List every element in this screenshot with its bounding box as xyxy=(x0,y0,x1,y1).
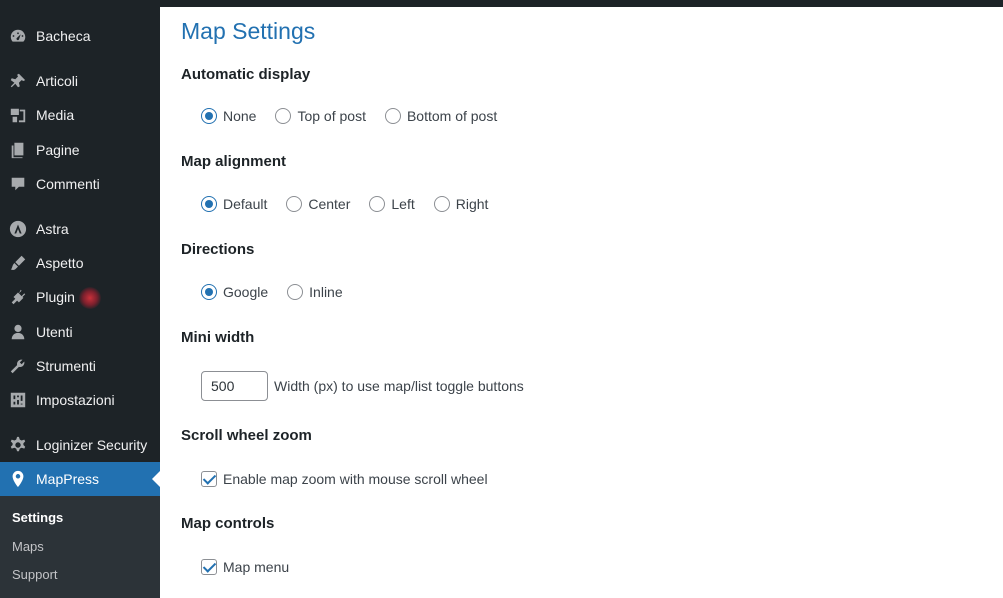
sidebar-item-aspetto[interactable]: Aspetto xyxy=(0,246,160,280)
mappress-submenu: Settings Maps Support xyxy=(0,496,160,598)
sidebar-item-label: Astra xyxy=(36,221,69,237)
section-title-scroll-wheel-zoom: Scroll wheel zoom xyxy=(181,427,312,444)
settings-sliders-icon xyxy=(0,391,36,409)
sidebar-item-label: Bacheca xyxy=(36,28,91,44)
radio-default[interactable]: Default xyxy=(201,196,267,212)
radio-indicator xyxy=(286,196,303,212)
plugin-icon xyxy=(0,288,36,306)
sidebar-item-label: Utenti xyxy=(36,324,73,340)
submenu-item-settings[interactable]: Settings xyxy=(12,510,63,525)
radio-indicator xyxy=(369,196,386,212)
radio-label: Inline xyxy=(309,284,343,300)
sidebar-item-label: MapPress xyxy=(36,471,100,487)
radio-left[interactable]: Left xyxy=(369,196,415,212)
pin-icon xyxy=(0,72,36,90)
scroll-wheel-zoom-row: Enable map zoom with mouse scroll wheel xyxy=(201,471,488,487)
active-menu-arrow xyxy=(152,471,160,487)
radio-indicator xyxy=(433,196,450,212)
dashboard-icon xyxy=(0,27,36,45)
admin-sidebar: Bacheca Articoli Media Pagine Commenti A… xyxy=(0,0,160,598)
sidebar-item-mappress[interactable]: MapPress xyxy=(0,462,160,496)
pages-icon xyxy=(0,141,36,159)
radio-indicator xyxy=(275,108,292,124)
sidebar-item-utenti[interactable]: Utenti xyxy=(0,315,160,349)
radio-top-of-post[interactable]: Top of post xyxy=(275,108,366,124)
radio-indicator xyxy=(287,284,304,300)
section-title-directions: Directions xyxy=(181,241,255,258)
astra-icon xyxy=(0,220,36,238)
sidebar-item-label: Strumenti xyxy=(36,358,96,374)
sidebar-item-astra[interactable]: Astra xyxy=(0,212,160,246)
sidebar-item-label: Media xyxy=(36,107,75,123)
sidebar-item-label: Loginizer Security xyxy=(36,437,148,453)
radio-label: None xyxy=(223,108,257,124)
radio-inline[interactable]: Inline xyxy=(287,284,343,300)
sidebar-item-articoli[interactable]: Articoli xyxy=(0,64,160,98)
mini-width-row: Width (px) to use map/list toggle button… xyxy=(201,371,524,401)
radio-label: Top of post xyxy=(297,108,366,124)
sidebar-item-label: Articoli xyxy=(36,73,79,89)
sidebar-item-label: Plugin xyxy=(36,289,75,305)
submenu-item-support[interactable]: Support xyxy=(12,567,58,582)
map-alignment-options: Default Center Left Right xyxy=(201,196,507,212)
section-title-automatic-display: Automatic display xyxy=(181,66,311,83)
sidebar-item-label: Aspetto xyxy=(36,255,84,271)
directions-options: Google Inline xyxy=(201,284,362,300)
sidebar-item-label: Commenti xyxy=(36,176,100,192)
checkbox-label: Map menu xyxy=(223,559,290,575)
radio-label: Center xyxy=(308,196,351,212)
radio-label: Default xyxy=(223,196,268,212)
sidebar-item-commenti[interactable]: Commenti xyxy=(0,167,160,201)
sidebar-item-loginizer-security[interactable]: Loginizer Security xyxy=(0,428,160,462)
brush-icon xyxy=(0,254,36,272)
sidebar-item-impostazioni[interactable]: Impostazioni xyxy=(0,383,160,417)
automatic-display-options: None Top of post Bottom of post xyxy=(201,108,516,124)
submenu-item-maps[interactable]: Maps xyxy=(12,539,44,554)
radio-label: Bottom of post xyxy=(406,108,498,124)
section-title-mini-width: Mini width xyxy=(181,329,255,346)
radio-label: Google xyxy=(223,284,269,300)
radio-indicator xyxy=(384,108,401,124)
checkbox-indicator xyxy=(201,559,217,575)
radio-label: Right xyxy=(455,196,489,212)
radio-none[interactable]: None xyxy=(201,108,256,124)
radio-indicator xyxy=(201,196,217,212)
sidebar-item-bacheca[interactable]: Bacheca xyxy=(0,19,160,53)
radio-indicator xyxy=(201,284,217,300)
sidebar-item-pagine[interactable]: Pagine xyxy=(0,133,160,167)
section-title-map-alignment: Map alignment xyxy=(181,153,287,170)
radio-bottom-of-post[interactable]: Bottom of post xyxy=(384,108,498,124)
radio-right[interactable]: Right xyxy=(433,196,489,212)
mouse-cursor-highlight xyxy=(79,287,101,309)
checkbox-map-menu[interactable]: Map menu xyxy=(201,559,289,575)
radio-center[interactable]: Center xyxy=(286,196,350,212)
radio-indicator xyxy=(201,108,217,124)
wrench-icon xyxy=(0,357,36,375)
comment-icon xyxy=(0,175,36,193)
mini-width-hint: Width (px) to use map/list toggle button… xyxy=(274,378,524,394)
gear-icon xyxy=(0,436,36,454)
sidebar-item-label: Impostazioni xyxy=(36,392,115,408)
settings-content: Map Settings Automatic display None Top … xyxy=(160,7,1003,598)
media-icon xyxy=(0,106,36,124)
checkbox-indicator xyxy=(201,471,217,487)
user-icon xyxy=(0,323,36,341)
mini-width-input[interactable] xyxy=(201,371,268,401)
page-title: Map Settings xyxy=(181,18,316,44)
checkbox-label: Enable map zoom with mouse scroll wheel xyxy=(223,471,488,487)
checkbox-scroll-wheel-zoom[interactable]: Enable map zoom with mouse scroll wheel xyxy=(201,471,488,487)
radio-label: Left xyxy=(391,196,415,212)
section-title-map-controls: Map controls xyxy=(181,515,275,532)
sidebar-item-media[interactable]: Media xyxy=(0,98,160,132)
sidebar-item-label: Pagine xyxy=(36,142,80,158)
map-controls-row: Map menu xyxy=(201,559,289,575)
sidebar-item-strumenti[interactable]: Strumenti xyxy=(0,349,160,383)
radio-google[interactable]: Google xyxy=(201,284,268,300)
map-marker-icon xyxy=(0,470,36,488)
